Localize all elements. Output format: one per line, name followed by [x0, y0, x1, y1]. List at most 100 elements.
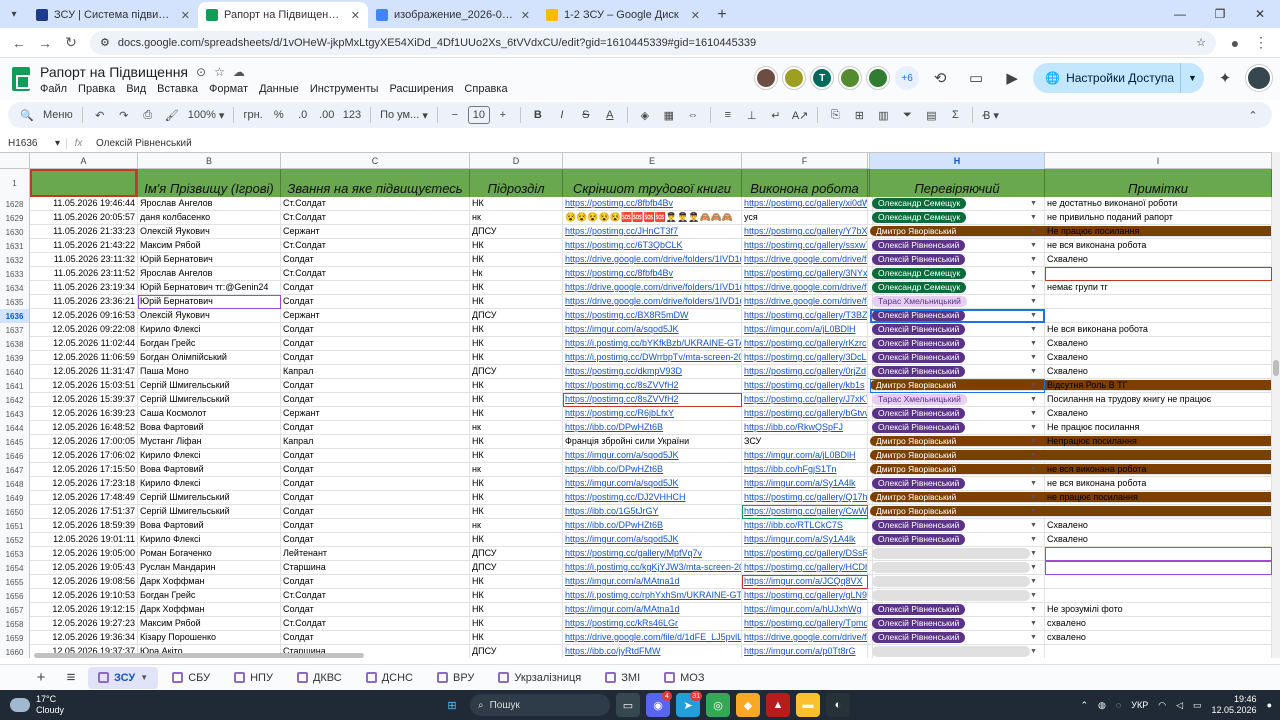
cell-a[interactable]: 11.05.2026 23:11:32 [30, 253, 138, 267]
row-number[interactable]: 1636 [0, 309, 30, 323]
cell-f[interactable]: https://postimg.cc/gallery/3NYx [742, 267, 868, 281]
cloud-icon[interactable]: ☁ [233, 65, 245, 79]
chevron-down-icon[interactable]: ▼ [1030, 519, 1037, 533]
chevron-down-icon[interactable]: ▼ [1030, 491, 1037, 505]
cell-e[interactable]: https://imgur.com/a/MAtna1d [563, 575, 742, 589]
cell-h[interactable]: Тарас Хмельницький ▼ [870, 295, 1045, 309]
task-view-icon[interactable]: ▭ [616, 693, 640, 717]
cell-d[interactable]: НК [470, 435, 563, 449]
cell-b[interactable]: Паша Моно [138, 365, 281, 379]
sheet-tab-npu[interactable]: НПУ [224, 667, 283, 689]
cell-a[interactable]: 12.05.2026 19:12:15 [30, 603, 138, 617]
cell-d[interactable]: НК [470, 505, 563, 519]
cell-d[interactable]: НК [470, 281, 563, 295]
cell-h[interactable]: ▼ [870, 561, 1045, 575]
chevron-down-icon[interactable]: ▼ [1030, 323, 1037, 337]
sheet-tab-zsu[interactable]: ЗСУ ▼ [88, 666, 159, 689]
chevron-down-icon[interactable]: ▼ [1030, 407, 1037, 421]
cell-c[interactable]: Ст.Солдат [281, 617, 470, 631]
chrome-icon[interactable]: ◎ [706, 693, 730, 717]
cell-h[interactable]: Олександр Семещук ▼ [870, 267, 1045, 281]
weather-widget[interactable]: 17°C Cloudy [0, 694, 180, 716]
cell-h[interactable]: ▼ [870, 589, 1045, 603]
cell-f[interactable]: https://postimg.cc/gallery/J7xK7 [742, 393, 868, 407]
cell-b[interactable]: Богдан Олімпійський [138, 351, 281, 365]
cell-e[interactable]: https://imgur.com/a/sqod5JK [563, 477, 742, 491]
collaborator-avatar[interactable] [839, 67, 862, 89]
cell-e[interactable]: https://postimg.cc/dkmpV93D [563, 365, 742, 379]
scroll-thumb[interactable] [34, 653, 364, 658]
row-number[interactable]: 1637 [0, 323, 30, 337]
number-format-button[interactable]: 123 [340, 104, 364, 126]
chevron-down-icon[interactable]: ▼ [1030, 603, 1037, 617]
chevron-down-icon[interactable]: ▼ [1030, 211, 1037, 225]
row-number[interactable]: 1658 [0, 617, 30, 631]
column-header-E[interactable]: E [563, 153, 742, 169]
doc-title[interactable]: Рапорт на Підвищення [40, 64, 188, 80]
telegram-icon[interactable]: ➤ 31 [676, 691, 702, 717]
cell-h[interactable]: Дмитро Яворівський ▼ [870, 225, 1272, 239]
cell-h[interactable]: Олексій Рівненський ▼ [870, 253, 1045, 267]
cell-c[interactable]: Солдат [281, 477, 470, 491]
reviewer-chip[interactable] [872, 590, 1030, 601]
cell-a[interactable]: 11.05.2026 21:33:23 [30, 225, 138, 239]
row-number[interactable]: 1638 [0, 337, 30, 351]
chevron-down-icon[interactable]: ▼ [1030, 477, 1037, 491]
reviewer-chip[interactable] [872, 562, 1030, 573]
cell-i[interactable] [1045, 589, 1272, 603]
cell-e[interactable]: https://ibb.co/DPwHZt6B [563, 421, 742, 435]
cell-i[interactable] [1045, 561, 1272, 575]
cell-h[interactable]: Олексій Рівненський ▼ [870, 421, 1045, 435]
cell-a[interactable]: 11.05.2026 19:46:44 [30, 197, 138, 211]
cell-b[interactable]: Руслан Мандарин [138, 561, 281, 575]
url-field[interactable]: ⚙ docs.google.com/spreadsheets/d/1vOHeW-… [90, 30, 1216, 55]
column-title[interactable] [30, 169, 138, 197]
cell-a[interactable]: 11.05.2026 23:11:52 [30, 267, 138, 281]
chevron-down-icon[interactable]: ▼ [1030, 505, 1037, 519]
cell-d[interactable]: Нк [470, 267, 563, 281]
cell-b[interactable]: Вова Фартовий [138, 421, 281, 435]
cell-i[interactable]: Схвалено [1045, 351, 1272, 365]
cell-f[interactable]: https://postimg.cc/gallery/DSsR [742, 547, 868, 561]
cell-e[interactable]: https://i.postimg.cc/kgKjYJW3/mta-screen… [563, 561, 742, 575]
account-avatar[interactable] [1246, 65, 1272, 91]
cell-b[interactable]: Роман Богаченко [138, 547, 281, 561]
redo-icon[interactable]: ↷ [113, 104, 135, 126]
cell-i[interactable]: Непрацює посилання [1045, 435, 1272, 449]
row-number[interactable]: 1655 [0, 575, 30, 589]
reviewer-chip[interactable]: Олексій Рівненський [872, 254, 966, 265]
column-header-B[interactable]: B [138, 153, 281, 169]
cell-d[interactable]: НК [470, 351, 563, 365]
chevron-down-icon[interactable]: ▼ [1030, 309, 1037, 323]
cell-a[interactable]: 11.05.2026 20:05:57 [30, 211, 138, 225]
cell-a[interactable]: 12.05.2026 11:31:47 [30, 365, 138, 379]
cell-i[interactable] [1045, 505, 1272, 519]
minimize-icon[interactable]: — [1160, 0, 1200, 28]
cell-b[interactable]: Ярослав Ангелов [138, 197, 281, 211]
cell-h[interactable]: Олексій Рівненський ▼ [870, 239, 1045, 253]
cell-c[interactable]: Солдат [281, 575, 470, 589]
cell-c[interactable]: Ст.Солдат [281, 239, 470, 253]
row-number[interactable]: 1 [0, 169, 30, 197]
cell-a[interactable]: 12.05.2026 19:10:53 [30, 589, 138, 603]
cell-h[interactable]: Олексій Рівненський ▼ [870, 309, 1045, 323]
collaborator-avatar[interactable] [783, 67, 806, 89]
currency-button[interactable]: грн. [240, 104, 265, 126]
rotate-icon[interactable]: A↗ [789, 104, 812, 126]
cell-c[interactable]: Солдат [281, 491, 470, 505]
cell-h[interactable]: Дмитро Яворівський ▼ [870, 463, 1272, 477]
cell-i[interactable] [1045, 547, 1272, 561]
input-tools-icon[interactable]: Ꞗ ▾ [979, 104, 1002, 126]
menu-search[interactable]: Меню [40, 104, 76, 126]
reviewer-chip[interactable]: Олексій Рівненський [872, 422, 966, 433]
cell-f[interactable]: https://postimg.cc/gallery/Q17h [742, 491, 868, 505]
font-size-field[interactable]: 10 [467, 106, 490, 124]
cell-f[interactable]: https://postimg.cc/gallery/CwW [742, 505, 868, 519]
chevron-down-icon[interactable]: ▼ [1030, 197, 1037, 211]
decrease-decimal-button[interactable]: .0 [292, 104, 314, 126]
wifi-icon[interactable]: ◠ [1158, 700, 1166, 711]
cell-h[interactable]: Дмитро Яворівський ▼ [870, 505, 1272, 519]
discord-icon[interactable]: ◉ 4 [646, 691, 672, 717]
cell-a[interactable]: 12.05.2026 11:06:59 [30, 351, 138, 365]
cell-d[interactable]: НК [470, 253, 563, 267]
